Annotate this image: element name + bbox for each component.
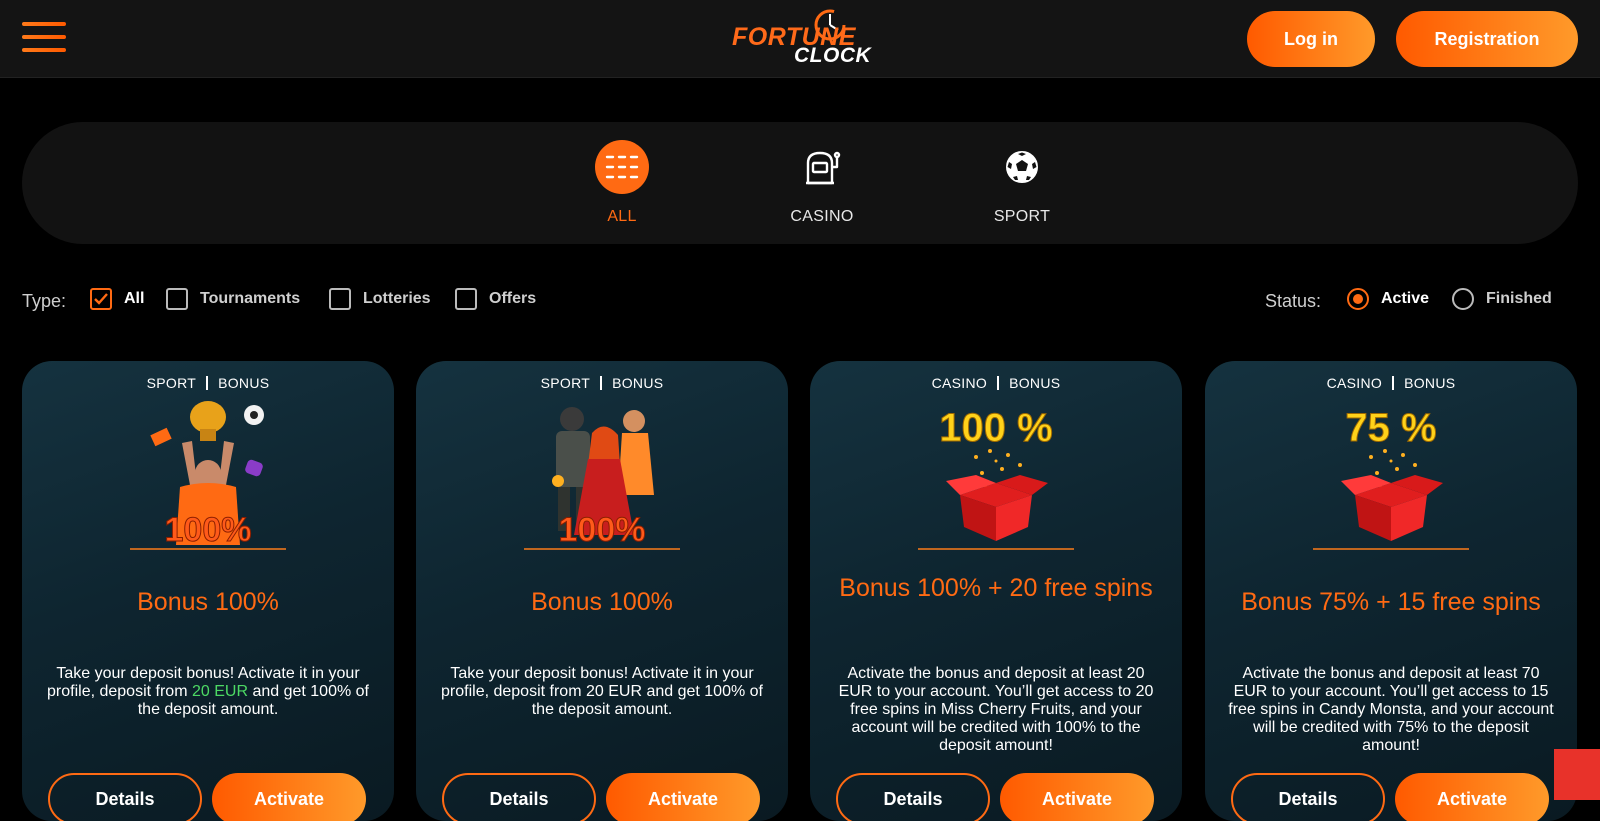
- type-checkbox-lotteries[interactable]: Lotteries: [329, 288, 431, 310]
- filter-bar: Type: All Tournaments Lotteries Offers S…: [22, 288, 1578, 314]
- status-active-label: Active: [1381, 290, 1430, 307]
- menu-icon[interactable]: [22, 22, 66, 56]
- status-radio-active[interactable]: Active: [1347, 288, 1429, 310]
- category-bar: ALL CASINO SPORT: [22, 122, 1578, 244]
- bonus-card: CASINO BONUS 75 % Bonus 75% + 15 free spi…: [1205, 361, 1577, 821]
- card-title: Bonus 100% + 20 free spins: [839, 574, 1153, 602]
- card-tag-category: SPORT: [146, 375, 197, 391]
- radio-icon: [1452, 288, 1474, 310]
- divider: [1313, 548, 1469, 550]
- type-lotteries-label: Lotteries: [363, 290, 431, 307]
- footballer-trophy-illustration: 100%: [150, 401, 264, 545]
- tab-casino[interactable]: CASINO: [762, 140, 882, 226]
- activate-button[interactable]: Activate: [606, 773, 760, 821]
- checkbox-icon: [166, 288, 188, 310]
- card-tag-category: SPORT: [540, 375, 591, 391]
- status-finished-label: Finished: [1486, 290, 1552, 307]
- card-tag-category: CASINO: [931, 375, 988, 391]
- esports-heroes-illustration: 100%: [552, 407, 654, 545]
- activate-button[interactable]: Activate: [1395, 773, 1549, 821]
- art-text: 100%: [559, 511, 646, 545]
- card-description: Take your deposit bonus! Activate it in …: [441, 665, 763, 718]
- card-tag-type: BONUS: [1009, 375, 1061, 391]
- top-bar: FORTUNE CLOCK Log in Registration: [0, 0, 1600, 78]
- card-tag-type: BONUS: [1404, 375, 1456, 391]
- card-tags: CASINO BONUS: [1205, 375, 1577, 391]
- tab-sport-label: SPORT: [993, 208, 1051, 225]
- chat-widget-button[interactable]: [1554, 749, 1600, 800]
- gift-box-illustration: 100 %: [939, 406, 1053, 541]
- status-radio-finished[interactable]: Finished: [1452, 288, 1552, 310]
- type-offers-label: Offers: [489, 290, 537, 307]
- checkbox-checked-icon: [90, 288, 112, 310]
- activate-button[interactable]: Activate: [212, 773, 366, 821]
- card-tags: CASINO BONUS: [810, 375, 1182, 391]
- tab-all-label: ALL: [607, 208, 637, 225]
- checkbox-icon: [455, 288, 477, 310]
- bonus-card: SPORT BONUS 100% Bonus 100% Take your dep…: [22, 361, 394, 821]
- details-button[interactable]: Details: [442, 773, 596, 821]
- type-checkbox-tournaments[interactable]: Tournaments: [166, 288, 300, 310]
- card-description: Take your deposit bonus! Activate it in …: [47, 665, 369, 718]
- radio-selected-icon: [1347, 288, 1369, 310]
- type-checkbox-all[interactable]: All: [90, 288, 144, 310]
- details-button[interactable]: Details: [48, 773, 202, 821]
- card-tag-type: BONUS: [612, 375, 664, 391]
- gift-box-illustration: 75 %: [1341, 406, 1443, 541]
- checkbox-icon: [329, 288, 351, 310]
- grid-icon: [595, 140, 649, 194]
- details-button[interactable]: Details: [1231, 773, 1385, 821]
- divider: [130, 548, 286, 550]
- card-description: Activate the bonus and deposit at least …: [1228, 665, 1554, 754]
- divider: [918, 548, 1074, 550]
- status-label: Status:: [1265, 291, 1322, 311]
- art-text: 100 %: [939, 406, 1052, 450]
- highlight-amount: 20 EUR: [191, 683, 248, 700]
- bonus-card: SPORT BONUS 100% Bonus 100% Take your dep…: [416, 361, 788, 821]
- card-tags: SPORT BONUS: [416, 375, 788, 391]
- tab-casino-label: CASINO: [790, 208, 854, 225]
- type-tournaments-label: Tournaments: [200, 290, 301, 307]
- registration-button[interactable]: Registration: [1396, 11, 1578, 67]
- art-text: 75 %: [1345, 406, 1436, 450]
- bonus-card: CASINO BONUS 100 % Bonus 100% + 20 free s…: [810, 361, 1182, 821]
- card-tag-type: BONUS: [218, 375, 270, 391]
- activate-button[interactable]: Activate: [1000, 773, 1154, 821]
- tab-all[interactable]: ALL: [562, 140, 682, 226]
- card-description: Activate the bonus and deposit at least …: [838, 665, 1154, 754]
- card-tags: SPORT BONUS: [22, 375, 394, 391]
- details-button[interactable]: Details: [836, 773, 990, 821]
- card-tag-category: CASINO: [1326, 375, 1383, 391]
- type-all-label: All: [124, 290, 145, 307]
- logo-text-clock: CLOCK: [794, 44, 872, 67]
- slot-machine-icon: [795, 140, 849, 194]
- card-title: Bonus 100%: [531, 588, 673, 616]
- type-checkbox-offers[interactable]: Offers: [455, 288, 536, 310]
- tab-sport[interactable]: SPORT: [962, 140, 1082, 226]
- card-title: Bonus 75% + 15 free spins: [1241, 588, 1541, 616]
- logo[interactable]: FORTUNE CLOCK: [730, 4, 872, 70]
- art-text: 100%: [165, 511, 252, 545]
- soccer-ball-icon: [995, 140, 1049, 194]
- type-label: Type:: [22, 291, 67, 311]
- card-title: Bonus 100%: [137, 588, 279, 616]
- login-button[interactable]: Log in: [1247, 11, 1375, 67]
- divider: [524, 548, 680, 550]
